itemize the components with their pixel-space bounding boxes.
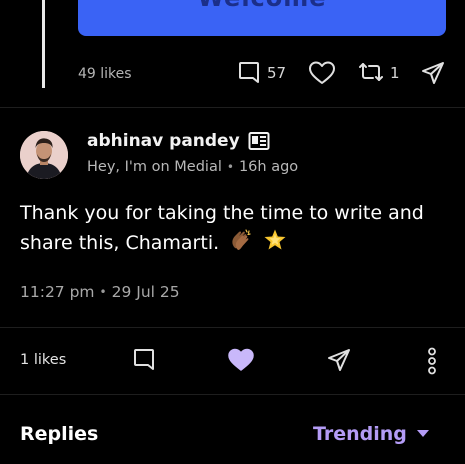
comment-more-button[interactable] <box>425 347 439 379</box>
comment-like-button[interactable] <box>227 347 255 377</box>
author-meta: Hey, I'm on Medial • 16h ago <box>87 159 298 175</box>
comment-date: 29 Jul 25 <box>111 283 180 301</box>
previous-post-like-button[interactable] <box>308 60 336 86</box>
previous-post-reposts-count: 1 <box>390 64 400 82</box>
replies-sort-dropdown[interactable]: Trending <box>313 423 429 445</box>
repost-icon <box>359 63 383 81</box>
share-icon <box>328 349 350 371</box>
more-vertical-icon <box>428 347 436 375</box>
sort-selected-label: Trending <box>313 423 407 445</box>
comment-action-bar: 1 likes <box>0 327 465 393</box>
previous-post-stats: 49 likes 57 1 <box>0 60 465 90</box>
clapping-hands-emoji <box>229 228 253 261</box>
comment-body: Thank you for taking the time to write a… <box>20 199 450 261</box>
avatar-image <box>20 131 68 179</box>
author-name[interactable]: abhinav pandey <box>87 131 270 151</box>
heart-icon <box>309 61 335 84</box>
previous-post-comment-button[interactable]: 57 <box>237 60 286 86</box>
previous-post-likes[interactable]: 49 likes <box>78 66 132 82</box>
separator-dot: • <box>226 160 234 174</box>
comment-reply-button[interactable] <box>132 347 156 377</box>
comment-time-ago: 16h ago <box>238 159 299 175</box>
comment-time: 11:27 pm <box>20 283 95 301</box>
previous-post-share-button[interactable] <box>420 60 446 86</box>
comment-text: Thank you for taking the time to write a… <box>20 202 424 254</box>
replies-heading: Replies <box>20 423 99 445</box>
id-card-icon <box>248 132 270 150</box>
previous-post-repost-button[interactable]: 1 <box>358 60 400 86</box>
comment-share-button[interactable] <box>326 347 352 377</box>
separator-dot: • <box>99 285 107 299</box>
comment-likes[interactable]: 1 likes <box>20 352 66 368</box>
actions-divider <box>0 394 465 395</box>
comment-icon <box>239 62 259 83</box>
post-divider <box>0 107 465 108</box>
previous-post-button[interactable]: Welcome <box>78 0 446 36</box>
heart-filled-icon <box>228 348 254 371</box>
previous-post-comments-count: 57 <box>267 64 287 82</box>
comment-timestamp: 11:27 pm • 29 Jul 25 <box>20 283 180 301</box>
previous-post-button-label: Welcome <box>78 0 446 12</box>
comment-icon <box>134 349 154 370</box>
share-icon <box>422 62 444 84</box>
author-name-text: abhinav pandey <box>87 131 240 151</box>
glowing-star-emoji <box>263 228 287 261</box>
avatar[interactable] <box>20 131 68 179</box>
caret-down-icon <box>416 430 429 437</box>
author-headline: Hey, I'm on Medial <box>87 159 222 175</box>
